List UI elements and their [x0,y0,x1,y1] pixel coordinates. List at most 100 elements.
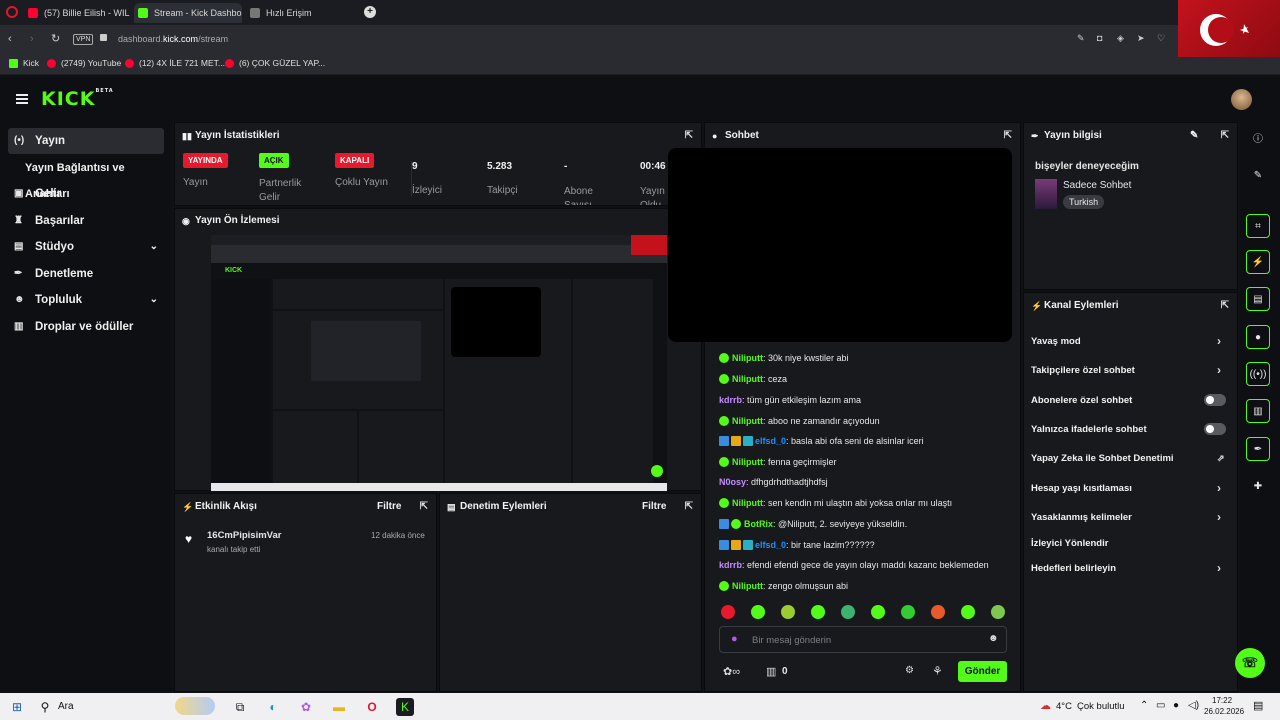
chevron-up-icon[interactable]: ⌃ [1140,700,1148,711]
hamburger-menu-icon[interactable] [16,94,28,104]
action-slow-mode[interactable]: Yavaş mod › [1031,334,1221,348]
sidebar-item-basarilar[interactable]: ♜ Başarılar [8,208,164,234]
chat-username[interactable]: Niliputt [732,498,763,508]
help-button[interactable]: ☏ [1235,648,1265,678]
camera-icon[interactable]: ◘ [1097,33,1102,43]
subscribers-only-toggle[interactable] [1204,394,1226,406]
microphone-tray-icon[interactable]: ● [1173,700,1179,711]
add-widget-icon[interactable]: ✚ [1246,475,1270,499]
tab-youtube[interactable]: (57) Billie Eilish - WILDFLO [24,3,130,23]
bookmark-youtube-video-1[interactable]: (12) 4X İLE 721 MET... [125,58,225,68]
heart-icon[interactable]: ♡ [1157,33,1165,44]
action-goals[interactable]: Hedefleri belirleyin › [1031,561,1221,575]
avatar[interactable] [1231,89,1252,110]
kick-app-icon[interactable]: K [396,698,414,716]
chat-username[interactable]: elfsd_0 [755,540,786,550]
stream-preview-video[interactable]: KICK [211,235,667,491]
send-button[interactable]: Gönder [958,661,1007,682]
popout-icon[interactable]: ⇱ [1221,123,1229,149]
action-raid[interactable]: İzleyici Yönlendir [1031,538,1108,549]
clock-date[interactable]: 26.02.2026 [1204,707,1244,716]
edit-icon[interactable]: ✎ [1246,164,1270,188]
infinity-points-icon[interactable]: ✿∞ [723,665,740,678]
clip-icon[interactable]: ⌗ [1246,214,1270,238]
edit-icon[interactable]: ✎ [1077,33,1085,44]
emoji-icon[interactable]: ☻ [988,633,999,644]
popout-icon[interactable]: ⇱ [1004,123,1012,149]
bookmark-youtube[interactable]: (2749) YouTube [47,58,121,68]
popout-icon[interactable]: ⇱ [1221,293,1229,319]
edge-icon[interactable]: ◐ [264,698,282,716]
forward-icon[interactable]: › [30,33,34,45]
chat-username[interactable]: N0osy [719,477,746,487]
document-icon[interactable]: ▤ [1246,287,1270,311]
chat-username[interactable]: Niliputt [732,416,763,426]
action-account-age[interactable]: Hesap yaşı kısıtlaması › [1031,481,1221,495]
chat-username[interactable]: BotRix [744,519,773,529]
emote-icon[interactable] [781,605,795,619]
emote-icon[interactable] [901,605,915,619]
chat-username[interactable]: kdrrb [719,395,742,405]
chat-bubble-icon[interactable]: ● [1246,325,1270,349]
broadcast-icon[interactable]: ((•)) [1246,362,1270,386]
url-field[interactable]: dashboard.kick.com/stream [118,34,228,44]
notifications-icon[interactable]: ▤ [1253,699,1263,712]
bookmark-youtube-video-2[interactable]: (6) ÇOK GÜZEL YAP... [225,58,325,68]
tab-kick-dashboard[interactable]: Stream - Kick Dashbo [134,3,242,23]
sidebar-item-studyo[interactable]: ▤ Stüdyo ⌄ [8,234,164,260]
category-thumbnail[interactable] [1035,179,1057,209]
gift-box-icon[interactable]: ▥ [766,665,776,678]
speaker-icon[interactable]: ◁) [1188,700,1199,711]
file-explorer-icon[interactable]: ▬ [330,698,348,716]
task-view-icon[interactable]: ⧉ [231,698,249,716]
opera-logo-icon[interactable] [6,6,18,18]
sidebar-item-stream-key[interactable]: Yayın Bağlantısı ve Anahtarı [8,155,164,200]
filter-button[interactable]: Filtre [642,494,666,520]
search-icon[interactable]: ⚲ [36,698,54,716]
emote-icon[interactable] [841,605,855,619]
popout-icon[interactable]: ⇱ [685,494,693,520]
emote-icon[interactable] [991,605,1005,619]
action-ai-moderation[interactable]: Yapay Zeka ile Sohbet Denetimi ⇗ [1031,453,1225,464]
settings-gear-icon[interactable]: ⚙ [905,665,914,676]
lightning-icon[interactable]: ⚡ [1246,250,1270,274]
edit-pencil-icon[interactable]: ✎ [1190,123,1198,149]
emote-icon[interactable] [751,605,765,619]
chevron-down-icon[interactable]: ⌄ [150,287,158,313]
popout-icon[interactable]: ⇱ [685,123,693,149]
emote-icon[interactable] [931,605,945,619]
new-tab-button[interactable]: + [364,6,376,18]
bookmark-kick[interactable]: Kick [9,58,39,68]
filter-button[interactable]: Filtre [377,494,401,520]
sidebar-item-topluluk[interactable]: ☻ Topluluk ⌄ [8,287,164,313]
kick-logo[interactable]: KICKBETA [41,88,114,110]
network-icon[interactable]: ▭ [1156,700,1165,711]
opera-icon[interactable]: O [363,698,381,716]
back-icon[interactable]: ‹ [8,33,12,45]
sidebar-item-droplar[interactable]: ▥ Droplar ve ödüller [8,314,164,340]
taskbar-search-label[interactable]: Ara [58,701,74,712]
reload-icon[interactable]: ↻ [51,32,60,45]
chat-username[interactable]: Niliputt [732,353,763,363]
chevron-down-icon[interactable]: ⌄ [150,234,158,260]
emote-icon[interactable] [721,605,735,619]
chat-username[interactable]: Niliputt [732,374,763,384]
vpn-badge[interactable]: VPN [73,34,94,45]
sidebar-item-gelir[interactable]: ▣ Gelir [8,181,164,207]
action-banned-words[interactable]: Yasaklanmış kelimeler › [1031,510,1221,524]
emotes-only-toggle[interactable] [1204,423,1226,435]
send-icon[interactable]: ➤ [1137,33,1145,44]
info-icon[interactable]: ⓘ [1246,128,1270,152]
chat-username[interactable]: Niliputt [732,457,763,467]
sidebar-item-yayin[interactable]: (•) Yayın [8,128,164,154]
shield-icon[interactable]: ◈ [1117,33,1124,44]
action-followers-only[interactable]: Takipçilere özel sohbet › [1031,363,1221,377]
tab-speed-dial[interactable]: Hızlı Erişim [246,3,336,23]
windows-start-icon[interactable]: ⊞ [8,698,26,716]
popout-icon[interactable]: ⇱ [420,494,428,520]
emote-icon[interactable] [961,605,975,619]
chat-username[interactable]: kdrrb [719,560,742,570]
chat-username[interactable]: elfsd_0 [755,436,786,446]
category-name[interactable]: Sadece Sohbet [1063,180,1131,191]
chat-username[interactable]: Niliputt [732,581,763,591]
